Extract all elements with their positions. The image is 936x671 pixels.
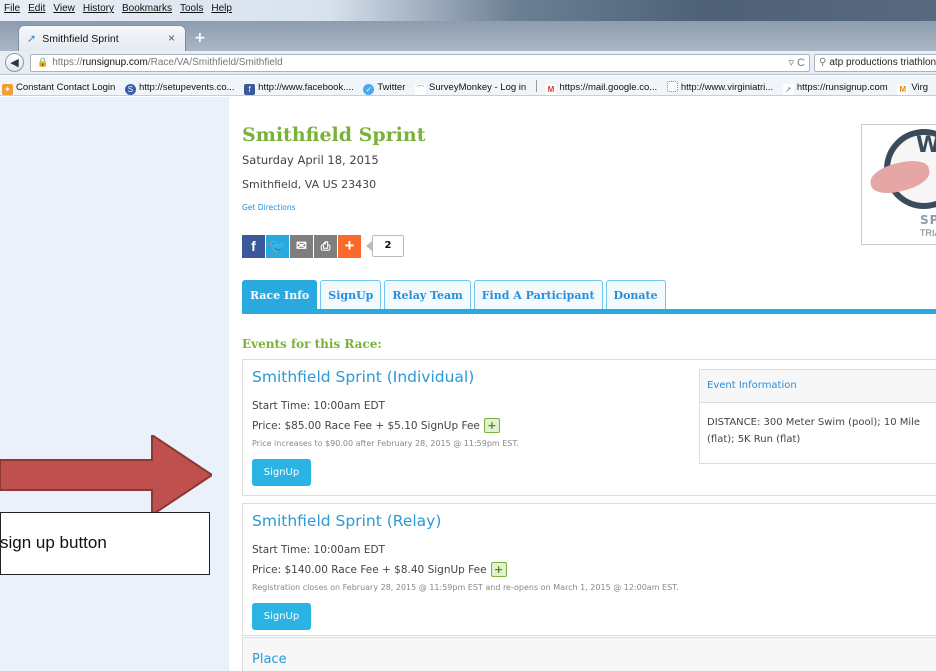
bookmark-item[interactable]: ✦ Constant Contact Login bbox=[2, 82, 115, 95]
reload-icon[interactable]: ▿ C bbox=[788, 56, 805, 69]
race-tabs: Race Info SignUp Relay Team Find A Parti… bbox=[242, 280, 666, 309]
signup-button-relay[interactable]: SignUp bbox=[252, 603, 311, 630]
menu-bookmarks[interactable]: Bookmarks bbox=[122, 3, 172, 14]
bookmark-item[interactable]: f http://www.facebook.... bbox=[244, 82, 354, 95]
search-icon: ⚲ bbox=[819, 57, 827, 68]
bookmark-item[interactable]: http://www.virginiatri... bbox=[666, 81, 773, 93]
tab-underline bbox=[242, 309, 936, 314]
share-count: 2 bbox=[366, 235, 404, 257]
twitter-icon: ✓ bbox=[363, 84, 375, 95]
nav-bar: ◀ 🔒 https://runsignup.com/Race/VA/Smithfi… bbox=[0, 51, 936, 75]
constant-contact-icon: ✦ bbox=[2, 84, 13, 95]
event-card-relay: Smithfield Sprint (Relay) Start Time: 10… bbox=[242, 503, 936, 636]
fee-details-plus-icon[interactable]: + bbox=[483, 418, 500, 433]
get-directions-link[interactable]: Get Directions bbox=[242, 203, 296, 212]
event-price-note: Registration closes on February 28, 2015… bbox=[252, 583, 679, 592]
blank-page-icon bbox=[666, 81, 678, 92]
page-viewport: Smithfield Sprint Saturday April 18, 201… bbox=[0, 97, 936, 671]
fee-details-plus-icon[interactable]: + bbox=[490, 562, 507, 577]
event-start-time: Start Time: 10:00am EDT bbox=[252, 544, 385, 556]
gmail-icon: M bbox=[545, 84, 557, 95]
menu-bar: File Edit View History Bookmarks Tools H… bbox=[0, 0, 936, 21]
menu-edit[interactable]: Edit bbox=[28, 3, 45, 14]
annotation-callout: sign up button bbox=[0, 512, 210, 575]
browser-tab[interactable]: ➚ Smithfield Sprint × bbox=[18, 25, 186, 51]
address-bar[interactable]: 🔒 https://runsignup.com/Race/VA/Smithfiel… bbox=[30, 54, 810, 72]
menu-view[interactable]: View bbox=[53, 3, 75, 14]
twitter-share-icon[interactable]: 🐦 bbox=[266, 234, 289, 258]
new-tab-icon[interactable]: + bbox=[194, 30, 206, 46]
race-logo: W SPR TRIATH bbox=[861, 124, 936, 245]
bookmark-item[interactable]: Mhttps://mail.google.co... bbox=[545, 82, 657, 95]
bookmark-item[interactable]: ➚ https://runsignup.com bbox=[782, 82, 888, 95]
bookmarks-bar: ✦ Constant Contact Login Shttp://setupeve… bbox=[0, 76, 936, 96]
back-button[interactable]: ◀ bbox=[5, 53, 24, 72]
runsignup-favicon-icon: ➚ bbox=[27, 33, 37, 45]
race-title: Smithfield Sprint bbox=[242, 124, 426, 146]
search-value: atp productions triathlon bbox=[829, 57, 936, 68]
surveymonkey-icon: ⌒ bbox=[415, 84, 427, 95]
event-price: Price: $85.00 Race Fee + $5.10 SignUp Fe… bbox=[252, 418, 500, 433]
menu-help[interactable]: Help bbox=[211, 3, 232, 14]
event-info-header: Event Information bbox=[700, 370, 936, 403]
bookmark-item[interactable]: ⌒ SurveyMonkey - Log in bbox=[415, 82, 526, 95]
url-prefix: https:// bbox=[52, 57, 83, 68]
event-name[interactable]: Smithfield Sprint (Relay) bbox=[252, 512, 441, 530]
event-name[interactable]: Smithfield Sprint (Individual) bbox=[252, 368, 474, 386]
event-start-time: Start Time: 10:00am EDT bbox=[252, 400, 385, 412]
bookmark-item[interactable]: M Virg bbox=[897, 82, 928, 95]
tab-bar: ➚ Smithfield Sprint × + bbox=[0, 21, 936, 51]
setupevents-icon: S bbox=[124, 84, 136, 95]
signup-button-individual[interactable]: SignUp bbox=[252, 459, 311, 486]
event-price-note: Price increases to $90.00 after February… bbox=[252, 439, 519, 448]
annotation-arrow-icon bbox=[0, 435, 212, 515]
search-input[interactable]: ⚲ atp productions triathlon bbox=[814, 54, 936, 72]
print-icon[interactable]: ⎙ bbox=[314, 234, 337, 258]
addthis-plus-icon[interactable]: + bbox=[338, 234, 361, 258]
bookmark-item[interactable]: Shttp://setupevents.co... bbox=[124, 82, 235, 95]
bookmark-separator bbox=[535, 80, 537, 92]
virginia-icon: M bbox=[897, 84, 909, 95]
close-tab-icon[interactable]: × bbox=[168, 31, 175, 45]
race-date: Saturday April 18, 2015 bbox=[242, 153, 379, 167]
facebook-icon: f bbox=[244, 84, 256, 95]
event-info-body: DISTANCE: 300 Meter Swim (pool); 10 Mile… bbox=[707, 417, 921, 445]
place-heading: Place bbox=[252, 652, 287, 667]
tab-find-participant[interactable]: Find A Participant bbox=[473, 280, 603, 309]
url-domain: runsignup.com bbox=[82, 57, 148, 68]
share-bar: f 🐦 ✉ ⎙ + 2 bbox=[242, 234, 404, 258]
bookmark-item[interactable]: ✓ Twitter bbox=[363, 82, 405, 95]
tab-race-info[interactable]: Race Info bbox=[242, 280, 318, 309]
events-heading: Events for this Race: bbox=[242, 337, 382, 351]
browser-tab-title: Smithfield Sprint bbox=[42, 32, 119, 45]
lock-icon: 🔒 bbox=[37, 57, 49, 67]
annotation-text: sign up button bbox=[0, 533, 107, 552]
email-share-icon[interactable]: ✉ bbox=[290, 234, 313, 258]
facebook-share-icon[interactable]: f bbox=[242, 234, 265, 258]
event-info-panel: Event Information DISTANCE: 300 Meter Sw… bbox=[699, 369, 936, 464]
event-price: Price: $140.00 Race Fee + $8.40 SignUp F… bbox=[252, 562, 507, 577]
menu-history[interactable]: History bbox=[83, 3, 114, 14]
tab-signup[interactable]: SignUp bbox=[320, 280, 382, 309]
race-location: Smithfield, VA US 23430 bbox=[242, 178, 377, 191]
tab-relay-team[interactable]: Relay Team bbox=[384, 280, 471, 309]
url-path: /Race/VA/Smithfield/Smithfield bbox=[147, 57, 283, 68]
menu-tools[interactable]: Tools bbox=[180, 3, 203, 14]
menu-file[interactable]: File bbox=[4, 3, 20, 14]
runsignup-icon: ➚ bbox=[782, 84, 794, 95]
place-section: Place bbox=[242, 637, 936, 671]
event-card-individual: Smithfield Sprint (Individual) Start Tim… bbox=[242, 359, 936, 496]
tab-donate[interactable]: Donate bbox=[605, 280, 666, 309]
race-content: Smithfield Sprint Saturday April 18, 201… bbox=[229, 97, 936, 671]
